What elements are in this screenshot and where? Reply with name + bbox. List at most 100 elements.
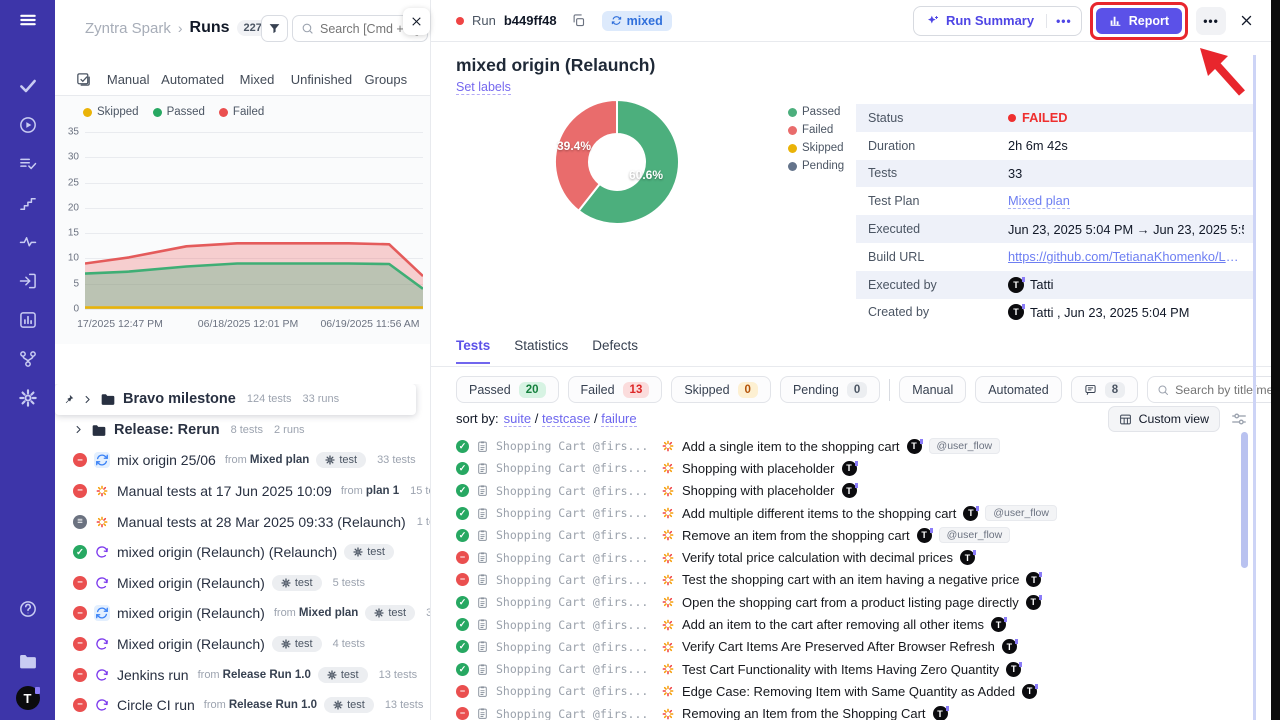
runs-tab-manual[interactable]: Manual [96, 72, 160, 87]
sort-by-testcase[interactable]: testcase [542, 411, 590, 427]
gear-icon[interactable] [16, 386, 40, 410]
runs-tab-automated[interactable]: Automated [160, 72, 224, 87]
test-title[interactable]: Shopping with placeholder [682, 483, 835, 498]
run-row[interactable]: ✓mixed origin (Relaunch) (Relaunch)test [55, 537, 430, 568]
sort-by-suite[interactable]: suite [504, 411, 531, 427]
test-suite: Shopping Cart @firs... [496, 551, 654, 565]
custom-view-button[interactable]: Custom view [1108, 406, 1220, 432]
run-summary-button[interactable]: Run Summary ••• [913, 6, 1082, 36]
bar-chart-icon[interactable] [16, 308, 40, 332]
test-row[interactable]: ✓Shopping Cart @firs...Add multiple diff… [456, 502, 1252, 524]
test-plan-link[interactable]: Mixed plan [1008, 193, 1070, 209]
test-row[interactable]: −Shopping Cart @firs...Verify total pric… [456, 546, 1252, 568]
runs-tab-groups[interactable]: Groups [354, 72, 418, 87]
folder-filled-icon[interactable] [16, 649, 40, 673]
report-button[interactable]: Report [1096, 8, 1182, 34]
breadcrumb-project[interactable]: Zyntra Spark [85, 20, 171, 37]
test-title[interactable]: Edge Case: Removing Item with Same Quant… [682, 684, 1015, 699]
test-row[interactable]: ✓Shopping Cart @firs...Open the shopping… [456, 591, 1252, 613]
test-row[interactable]: ✓Shopping Cart @firs...Verify Cart Items… [456, 636, 1252, 658]
filter-chip-passed[interactable]: Passed20 [456, 376, 559, 403]
run-row[interactable]: −Jenkins runfrom Release Run 1.0test13 t… [55, 659, 430, 690]
legend-item: Skipped [83, 106, 139, 118]
tab-statistics[interactable]: Statistics [514, 338, 568, 362]
more-actions-button[interactable]: ••• [1196, 7, 1226, 35]
activity-icon[interactable] [16, 230, 40, 254]
test-row[interactable]: −Shopping Cart @firs...Edge Case: Removi… [456, 680, 1252, 702]
view-settings-icon[interactable] [1230, 410, 1248, 428]
filter-button[interactable] [261, 15, 288, 42]
run-group-row[interactable]: Bravo milestone124 tests33 runs [55, 384, 416, 415]
runs-filter-tabs: ManualAutomatedMixedUnfinishedGroups [55, 64, 430, 96]
sort-by-failure[interactable]: failure [601, 411, 636, 427]
test-row[interactable]: ✓Shopping Cart @firs...Add a single item… [456, 435, 1252, 457]
stairs-icon[interactable] [16, 191, 40, 215]
test-title[interactable]: Test the shopping cart with an item havi… [682, 572, 1019, 587]
copy-icon[interactable] [571, 13, 586, 28]
chevron-right-icon[interactable] [73, 424, 84, 435]
assignee-avatar: T [963, 506, 978, 521]
sign-in-icon[interactable] [16, 269, 40, 293]
test-row[interactable]: ✓Shopping Cart @firs...Add an item to th… [456, 613, 1252, 635]
test-row[interactable]: ✓Shopping Cart @firs...Shopping with pla… [456, 480, 1252, 502]
filter-chip-failed[interactable]: Failed13 [568, 376, 663, 403]
test-row[interactable]: ✓Shopping Cart @firs...Remove an item fr… [456, 524, 1252, 546]
panel-scrollbar-track[interactable] [1253, 55, 1256, 720]
check-icon[interactable] [16, 74, 40, 98]
tab-tests[interactable]: Tests [456, 338, 490, 364]
set-labels-link[interactable]: Set labels [456, 80, 511, 95]
detail-row: Executed by TTatti [856, 271, 1256, 299]
tab-defects[interactable]: Defects [592, 338, 638, 362]
run-row[interactable]: −Mixed origin (Relaunch)test5 tests [55, 568, 430, 599]
run-row[interactable]: −Circle CI runfrom Release Run 1.0test13… [55, 690, 430, 720]
test-row[interactable]: −Shopping Cart @firs...Removing an Item … [456, 703, 1252, 720]
run-row[interactable]: −mix origin 25/06from Mixed plantest33 t… [55, 445, 430, 476]
tests-search-input[interactable] [1175, 383, 1272, 397]
chevron-right-icon[interactable] [82, 394, 93, 405]
manual-test-icon [661, 662, 675, 676]
filter-chip-manual[interactable]: Manual [899, 376, 966, 403]
test-title[interactable]: Add an item to the cart after removing a… [682, 617, 984, 632]
test-row[interactable]: ✓Shopping Cart @firs...Test Cart Functio… [456, 658, 1252, 680]
trend-plot: 0510152025303517/2025 12:47 PM06/18/2025… [55, 126, 430, 344]
test-title[interactable]: Verify Cart Items Are Preserved After Br… [682, 639, 995, 654]
run-row[interactable]: −Manual tests at 17 Jun 2025 10:09from p… [55, 476, 430, 507]
user-avatar[interactable]: T [16, 686, 40, 710]
test-title[interactable]: Remove an item from the shopping cart [682, 528, 910, 543]
test-row[interactable]: ✓Shopping Cart @firs...Shopping with pla… [456, 457, 1252, 479]
filter-chip-comment[interactable]: 8 [1071, 376, 1138, 403]
close-run-button[interactable] [1234, 9, 1258, 33]
run-row[interactable]: ≡Manual tests at 28 Mar 2025 09:33 (Rela… [55, 506, 430, 537]
filter-chip-pending[interactable]: Pending0 [780, 376, 880, 403]
run-from: from Mixed plan [225, 454, 310, 466]
run-summary-more-button[interactable]: ••• [1046, 14, 1081, 28]
test-title[interactable]: Verify total price calculation with deci… [682, 550, 953, 565]
manual-test-icon [661, 595, 675, 609]
help-icon[interactable] [16, 597, 40, 621]
git-branch-icon[interactable] [16, 347, 40, 371]
test-title[interactable]: Removing an Item from the Shopping Cart [682, 706, 926, 720]
search-icon [301, 22, 314, 35]
play-circle-icon[interactable] [16, 113, 40, 137]
test-title[interactable]: Add a single item to the shopping cart [682, 439, 900, 454]
test-title[interactable]: Shopping with placeholder [682, 461, 835, 476]
filter-chip-skipped[interactable]: Skipped0 [671, 376, 771, 403]
build-url-link[interactable]: https://github.com/TetianaKhomenko/Load-… [1008, 249, 1244, 264]
run-row[interactable]: −Mixed origin (Relaunch)test4 tests [55, 629, 430, 660]
panel-close-button[interactable] [403, 8, 430, 35]
list-check-icon[interactable] [16, 152, 40, 176]
runs-tab-mixed[interactable]: Mixed [225, 72, 289, 87]
test-title[interactable]: Add multiple different items to the shop… [682, 506, 956, 521]
select-all-icon[interactable] [75, 71, 92, 88]
test-title[interactable]: Open the shopping cart from a product li… [682, 595, 1019, 610]
menu-icon[interactable] [16, 8, 40, 32]
filter-chip-automated[interactable]: Automated [975, 376, 1061, 403]
runs-tab-unfinished[interactable]: Unfinished [289, 72, 353, 87]
tests-scrollbar-thumb[interactable] [1241, 432, 1248, 568]
close-icon [410, 15, 423, 28]
breadcrumb-section[interactable]: Runs [190, 19, 230, 37]
run-group-row[interactable]: Release: Rerun8 tests2 runs [55, 415, 430, 446]
test-row[interactable]: −Shopping Cart @firs...Test the shopping… [456, 569, 1252, 591]
run-row[interactable]: −mixed origin (Relaunch)from Mixed plant… [55, 598, 430, 629]
test-title[interactable]: Test Cart Functionality with Items Havin… [682, 662, 999, 677]
